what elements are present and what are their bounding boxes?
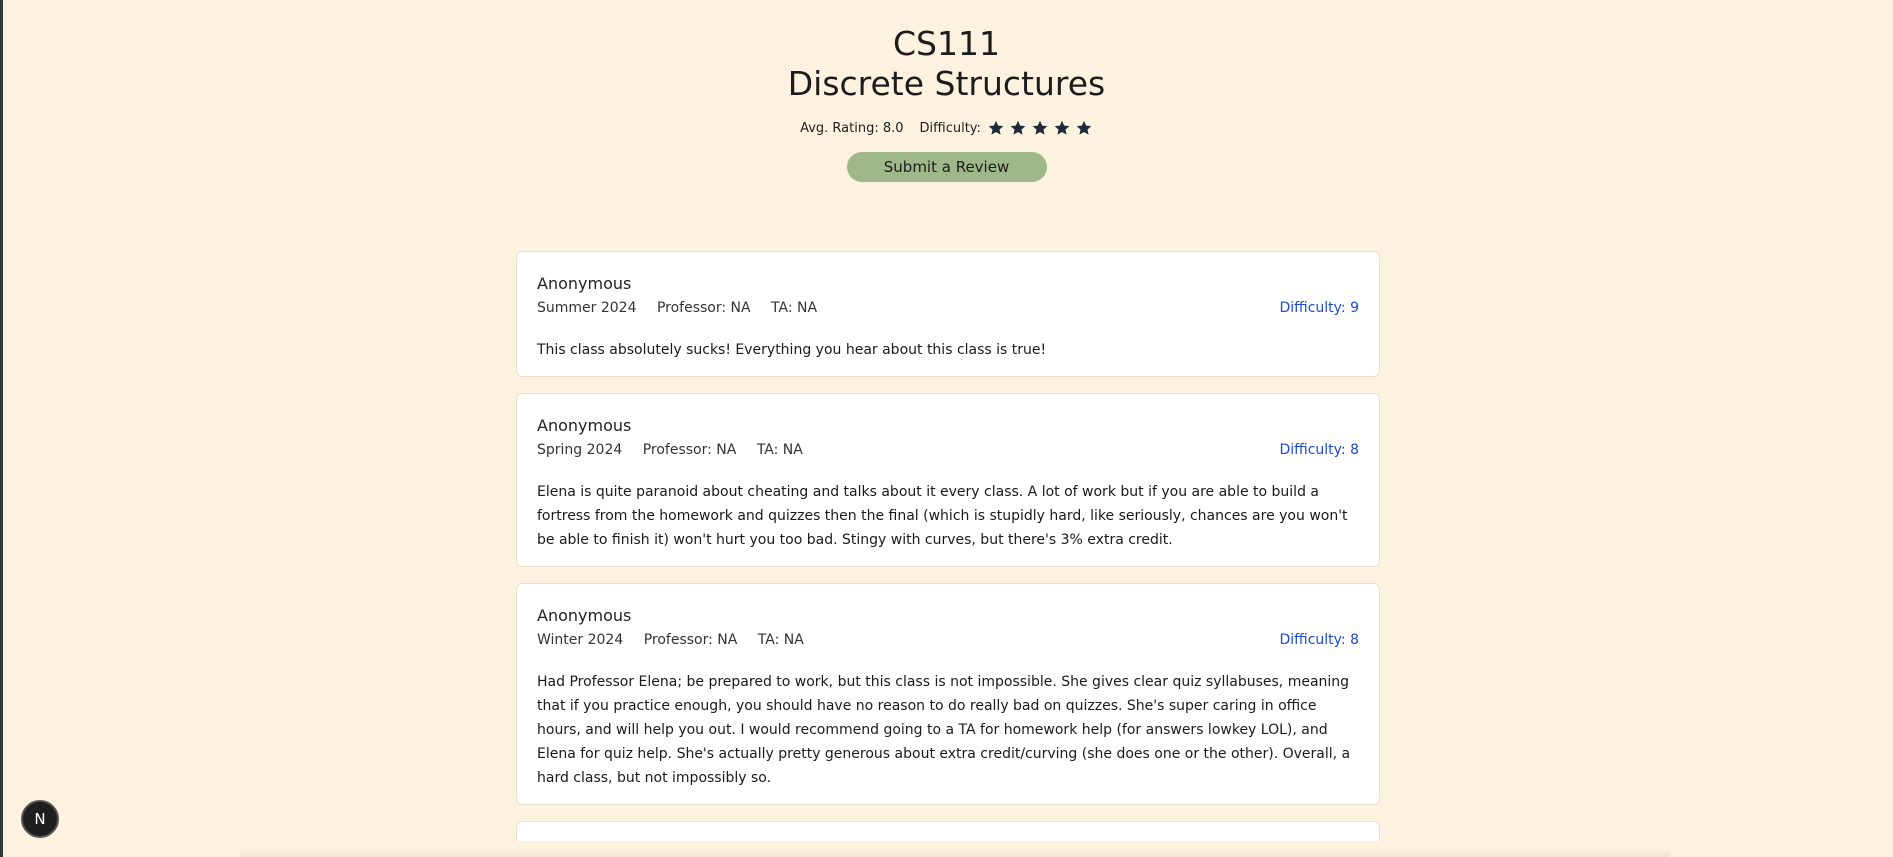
review-term: Winter 2024: [537, 632, 624, 648]
star-icon: [1031, 119, 1049, 137]
review-ta: TA: NA: [771, 300, 818, 316]
scroll-shadow: [240, 849, 1670, 857]
review-ta: TA: NA: [756, 442, 803, 458]
course-code: CS111: [893, 24, 1000, 63]
review-professor: Professor: NA: [642, 442, 737, 458]
star-icon: [1009, 119, 1027, 137]
review-card: Anonymous Winter 2024 Professor: NA TA: …: [516, 583, 1380, 805]
review-text: This class absolutely sucks! Everything …: [537, 342, 1047, 358]
difficulty-stars: [987, 119, 1093, 137]
course-name: Discrete Structures: [787, 64, 1106, 103]
review-term: Spring 2024: [537, 442, 623, 458]
review-author: Anonymous: [537, 274, 632, 293]
review-card-partial: [516, 821, 1380, 841]
review-list: Anonymous Summer 2024 Professor: NA TA: …: [516, 251, 1380, 857]
review-term: Summer 2024: [537, 300, 637, 316]
review-text: Elena is quite paranoid about cheating a…: [537, 484, 1348, 548]
review-difficulty: Difficulty: 9: [1279, 300, 1360, 316]
star-icon: [1075, 119, 1093, 137]
review-professor: Professor: NA: [643, 632, 738, 648]
dev-tools-badge[interactable]: N: [21, 800, 59, 838]
course-header: CS111 Discrete Structures Avg. Rating: 8…: [0, 24, 1893, 182]
review-author: Anonymous: [537, 416, 632, 435]
review-professor: Professor: NA: [656, 300, 751, 316]
review-card: Anonymous Spring 2024 Professor: NA TA: …: [516, 393, 1380, 567]
review-text: Had Professor Elena; be prepared to work…: [537, 674, 1351, 786]
review-difficulty: Difficulty: 8: [1279, 632, 1360, 648]
course-stats: Avg. Rating: 8.0 Difficulty:: [0, 118, 1893, 138]
star-icon: [987, 119, 1005, 137]
review-author: Anonymous: [537, 606, 632, 625]
submit-review-button[interactable]: Submit a Review: [846, 152, 1047, 182]
review-ta: TA: NA: [757, 632, 804, 648]
avg-rating: Avg. Rating: 8.0: [800, 120, 904, 136]
difficulty-label: Difficulty:: [919, 120, 981, 136]
review-difficulty: Difficulty: 8: [1279, 442, 1360, 458]
review-card: Anonymous Summer 2024 Professor: NA TA: …: [516, 251, 1380, 377]
star-icon: [1053, 119, 1071, 137]
